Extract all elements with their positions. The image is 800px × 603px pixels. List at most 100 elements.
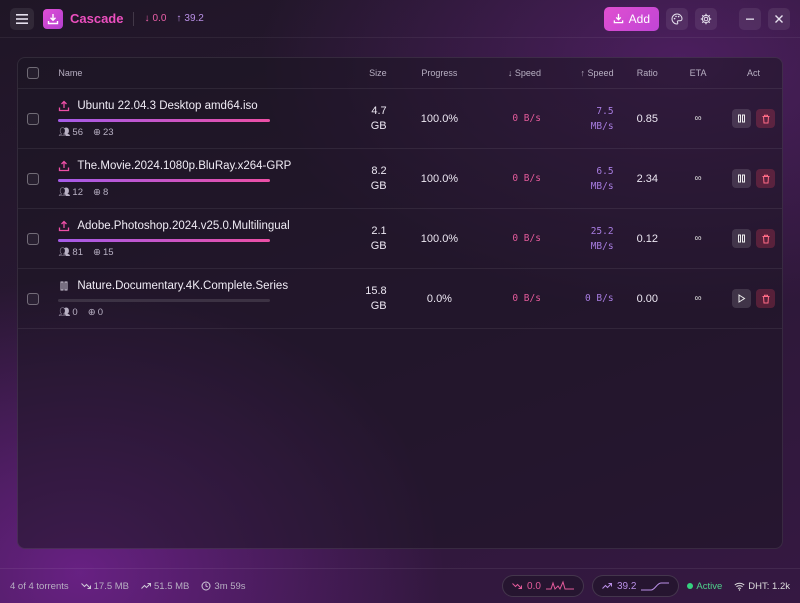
peers-value: 12 [72,186,83,198]
peers-count: 👥︎ 0 [58,307,77,318]
up-speed-value: 25.2 [590,225,614,237]
torrent-name: Ubuntu 22.04.3 Desktop amd64.iso [77,99,258,112]
seeds-value: 0 [97,306,103,318]
torrent-count: 4 of 4 torrents [10,580,69,592]
upload-sparkline [641,582,670,591]
upload-icon [59,100,70,111]
seeds-count: ⊕ 15 [93,247,114,258]
ratio: 0.00 [636,292,658,305]
up-speed-cell: 0 B/s [551,291,624,306]
size-value: 2.1 [371,224,387,237]
add-button-label: Add [628,11,650,26]
row-checkbox[interactable] [27,232,40,245]
column-eta[interactable]: ETA [671,68,725,78]
size-value: 8.2 [371,164,387,177]
delete-button[interactable] [756,169,776,188]
resume-button[interactable] [732,289,752,308]
torrent-table: Name Size Progress ↓ Speed ↑ Speed Ratio… [17,57,783,549]
trend-up-icon [602,583,612,589]
column-progress[interactable]: Progress [399,68,481,78]
trash-icon [762,294,770,303]
clock-icon [201,581,211,591]
pause-icon [738,114,746,123]
progress-text: 100.0% [420,172,459,185]
header-upload-value: 39.2 [184,13,204,24]
progress-text: 100.0% [420,232,459,245]
progress-bar [58,298,271,302]
delete-button[interactable] [756,109,776,128]
seeds-value: 8 [102,186,109,198]
down-speed: 0 B/s [512,293,541,304]
up-speed-cell: 7.5 MB/s [551,104,624,134]
up-speed-unit: MB/s [590,180,614,192]
select-all-checkbox[interactable] [27,67,40,79]
globe-icon: ⊕ [93,246,101,258]
globe-icon: ⊕ [87,306,96,318]
pause-button[interactable] [732,229,752,248]
column-size[interactable]: Size [324,68,399,78]
play-icon [738,294,746,303]
add-torrent-button[interactable]: Add [603,6,659,31]
row-checkbox[interactable] [27,172,40,185]
progress-bar [58,118,271,122]
seeds-count: ⊕ 8 [93,187,108,198]
seeds-value: 15 [102,246,114,258]
row-checkbox[interactable] [27,112,40,125]
column-down-speed[interactable]: ↓ Speed [480,68,551,78]
delete-button[interactable] [756,229,776,248]
size-cell: 15.8 GB [324,284,399,314]
column-ratio[interactable]: Ratio [624,68,671,78]
palette-icon [671,12,683,25]
header-upload-rate: ↑ 39.2 [176,13,203,24]
download-rate-value: 0.0 [527,580,541,592]
settings-button[interactable] [695,7,717,30]
close-button[interactable] [768,7,790,30]
downloaded-value: 17.5 MB [93,580,130,592]
pause-button[interactable] [732,169,752,188]
menu-button[interactable] [10,7,34,30]
table-row[interactable]: The.Movie.2024.1080p.BluRay.x264-GRP 👥︎ 1… [18,149,782,209]
pause-button[interactable] [732,109,752,128]
ratio: 2.34 [636,172,658,185]
trash-icon [762,234,770,243]
size-value: 4.7 [371,104,387,117]
trend-down-icon [80,583,91,589]
trend-up-icon [141,583,152,589]
delete-button[interactable] [756,289,776,308]
arrow-down-icon: ↓ [144,13,150,24]
elapsed-value: 3m 59s [214,580,246,592]
header-download-rate: ↓ 0.0 [144,13,166,24]
pause-icon [738,234,746,243]
uploaded-value: 51.5 MB [154,580,190,592]
minimize-button[interactable] [739,7,761,30]
theme-button[interactable] [666,7,688,30]
users-icon: 👥︎ [58,186,71,198]
progress-text: 0.0% [426,292,452,305]
size-cell: 4.7 GB [324,104,399,134]
paused-icon [60,281,68,290]
session-time: 3m 59s [201,580,246,592]
column-name[interactable]: Name [48,68,324,78]
up-speed-unit: MB/s [590,120,614,132]
progress-fill [58,118,271,122]
header-download-value: 0.0 [152,13,167,24]
progress-text: 100.0% [420,112,459,125]
table-row[interactable]: Adobe.Photoshop.2024.v25.0.Multilingual … [18,209,782,269]
download-rate-pill[interactable]: 0.0 [502,575,584,597]
size-unit: GB [370,119,387,132]
table-row[interactable]: Ubuntu 22.04.3 Desktop amd64.iso 👥︎ 56 ⊕ 2… [18,89,782,149]
upload-rate-pill[interactable]: 39.2 [591,575,680,597]
column-up-speed[interactable]: ↑ Speed [551,68,624,78]
up-speed-value: 7.5 [596,105,614,117]
row-checkbox[interactable] [27,292,40,305]
torrent-name: Nature.Documentary.4K.Complete.Series [77,279,289,292]
torrent-name: Adobe.Photoshop.2024.v25.0.Multilingual [77,219,290,232]
hamburger-icon [16,13,28,24]
connection-status: Active [687,581,722,592]
trash-icon [762,174,770,183]
column-actions: Act [747,68,761,78]
table-row[interactable]: Nature.Documentary.4K.Complete.Series 👥︎… [18,269,782,329]
peers-value: 81 [72,246,83,258]
upload-icon [59,160,70,171]
status-text: Active [696,580,723,592]
